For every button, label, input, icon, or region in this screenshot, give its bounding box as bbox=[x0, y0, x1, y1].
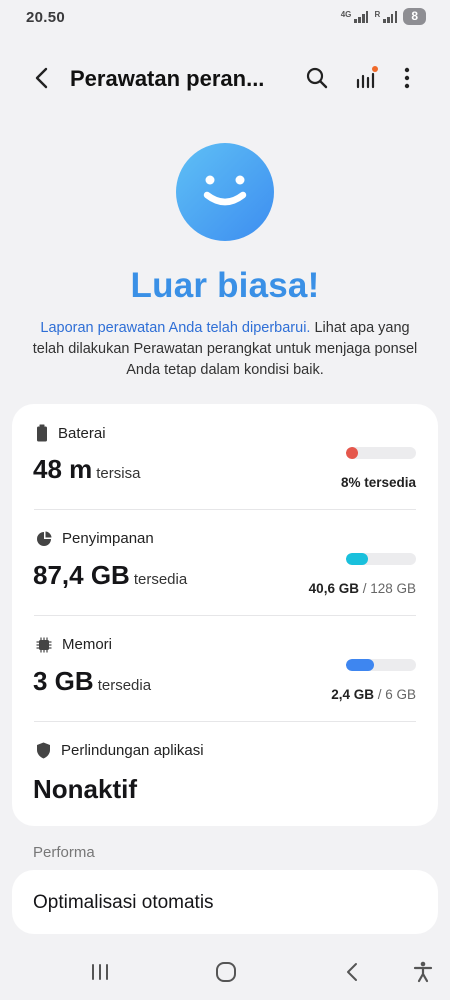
recents-icon bbox=[92, 964, 108, 980]
report-description: Laporan perawatan Anda telah diperbarui.… bbox=[30, 318, 420, 381]
navigation-bar bbox=[0, 940, 450, 1000]
memory-unit: tersedia bbox=[97, 677, 152, 694]
status-time: 20.50 bbox=[26, 9, 66, 26]
auto-optimize-item[interactable]: Optimalisasi otomatis bbox=[12, 870, 438, 934]
signal-icon bbox=[354, 10, 369, 23]
battery-label: Baterai bbox=[58, 424, 106, 442]
accessibility-button[interactable] bbox=[405, 954, 441, 990]
storage-item[interactable]: Penyimpanan 87,4 GB tersedia 40,6 GB / 1… bbox=[12, 510, 438, 616]
signal-icon-2 bbox=[383, 10, 398, 23]
app-protection-item[interactable]: Perlindungan aplikasi Nonaktif bbox=[12, 722, 438, 828]
memory-usage-bar bbox=[346, 659, 416, 671]
battery-level-bar bbox=[346, 447, 416, 459]
app-protection-value: Nonaktif bbox=[33, 774, 137, 804]
storage-usage-bar bbox=[346, 553, 416, 565]
storage-label: Penyimpanan bbox=[62, 530, 154, 547]
memory-item[interactable]: Memori 3 GB tersedia 2,4 GB / 6 GB bbox=[12, 616, 438, 722]
recents-button[interactable] bbox=[82, 954, 118, 990]
home-button[interactable] bbox=[208, 954, 244, 990]
home-icon bbox=[216, 962, 236, 982]
battery-unit: tersisa bbox=[96, 465, 141, 482]
memory-usage-fill bbox=[346, 659, 374, 671]
report-link[interactable]: Laporan perawatan Anda telah diperbarui. bbox=[40, 320, 310, 336]
performance-section-label: Performa bbox=[33, 844, 95, 861]
accessibility-icon bbox=[413, 961, 433, 983]
storage-caption: 40,6 GB / 128 GB bbox=[308, 581, 416, 596]
roaming-label: R bbox=[374, 10, 381, 19]
smiley-face-icon bbox=[176, 143, 274, 241]
page-title: Perawatan peran... bbox=[70, 66, 265, 91]
back-arrow-icon bbox=[35, 67, 48, 89]
activity-chart-icon bbox=[356, 66, 378, 89]
shield-icon bbox=[37, 742, 50, 759]
memory-caption: 2,4 GB / 6 GB bbox=[331, 687, 416, 702]
status-bar: 20.50 4G R 8 bbox=[0, 0, 450, 36]
battery-item[interactable]: Baterai 48 m tersisa 8% tersedia bbox=[12, 404, 438, 510]
nav-back-button[interactable] bbox=[334, 954, 370, 990]
more-vert-icon bbox=[404, 67, 410, 89]
network-type-label: 4G bbox=[340, 10, 352, 19]
more-options-button[interactable] bbox=[391, 62, 423, 94]
app-bar: Perawatan peran... bbox=[0, 48, 450, 108]
nav-back-icon bbox=[347, 963, 357, 981]
search-button[interactable] bbox=[301, 62, 333, 94]
status-headline: Luar biasa! bbox=[130, 266, 320, 305]
battery-value: 48 m bbox=[33, 454, 93, 484]
battery-indicator: 8 bbox=[403, 8, 426, 25]
storage-usage-fill bbox=[346, 553, 369, 565]
storage-pie-icon bbox=[37, 531, 52, 546]
status-icons: 4G R 8 bbox=[341, 8, 426, 25]
memory-label: Memori bbox=[62, 636, 113, 653]
search-icon bbox=[306, 67, 328, 89]
memory-chip-icon bbox=[36, 637, 52, 652]
battery-level-fill bbox=[346, 447, 358, 459]
battery-icon bbox=[37, 424, 47, 442]
activity-button[interactable] bbox=[350, 62, 382, 94]
auto-optimize-label: Optimalisasi otomatis bbox=[33, 892, 214, 913]
back-button[interactable] bbox=[26, 62, 58, 94]
memory-value: 3 GB bbox=[33, 666, 94, 696]
storage-unit: tersedia bbox=[133, 571, 188, 588]
smiley-face-graphic bbox=[203, 175, 247, 206]
battery-caption: 8% tersedia bbox=[340, 475, 416, 490]
device-care-card: Baterai 48 m tersisa 8% tersedia Penyimp… bbox=[12, 404, 438, 826]
app-protection-label: Perlindungan aplikasi bbox=[61, 742, 204, 759]
storage-value: 87,4 GB bbox=[33, 560, 130, 590]
